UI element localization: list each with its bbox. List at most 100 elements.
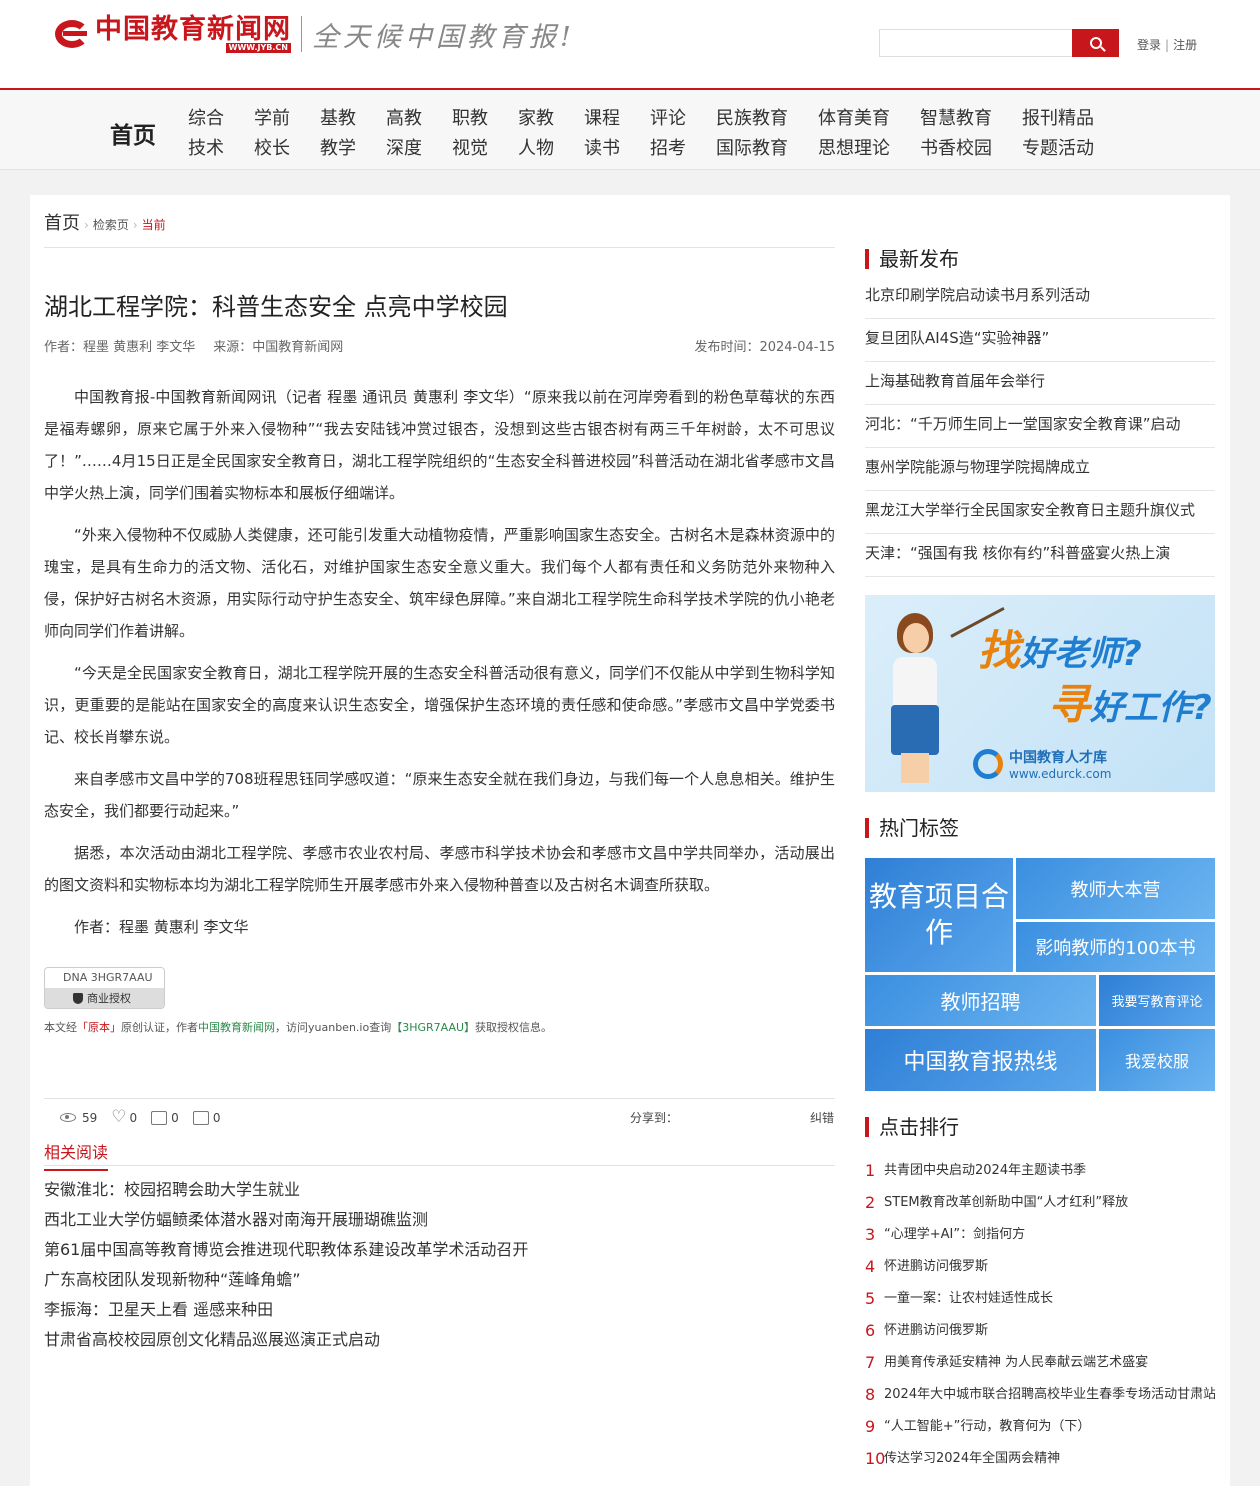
rank-item[interactable]: 2 STEM教育改革创新助中国“人才红利”释放 [865, 1187, 1215, 1219]
nav-item[interactable]: 深度 [386, 134, 452, 160]
nav-item[interactable]: 招考 [650, 134, 716, 160]
nav-item[interactable]: 技术 [188, 134, 254, 160]
divider [44, 1165, 835, 1166]
rank-item[interactable]: 4 怀进鹏访问俄罗斯 [865, 1251, 1215, 1283]
latest-item[interactable]: 黑龙江大学举行全民国家安全教育日主题升旗仪式 [865, 501, 1195, 519]
article-paragraph: “外来入侵物种不仅威胁人类健康，还可能引发重大动植物疫情，严重影响国家生态安全。… [44, 526, 835, 640]
rank-item[interactable]: 9 “人工智能+”行动，教育何为（下） [865, 1411, 1215, 1443]
rank-item[interactable]: 1 共青团中央启动2024年主题读书季 [865, 1155, 1215, 1187]
yuanben-link[interactable]: 「原本」 [77, 1021, 121, 1034]
related-item[interactable]: 李振海：卫星天上看 遥感来种田 [44, 1300, 273, 1319]
like-button[interactable]: ♡ 0 [111, 1109, 137, 1126]
rank-item[interactable]: 8 2024年大中城市联合招聘高校毕业生春季专场活动甘肃站启动 [865, 1379, 1215, 1411]
main-nav: 首页 综合 学前 基教 高教 职教 家教 课程 评论 民族教育 体育美育 智慧教育 报刊精品 技术 校长… [0, 88, 1260, 170]
copyright-text: 获取授权信息。 [475, 1021, 553, 1034]
tag-school-uniform[interactable]: 我爱校服 [1099, 1029, 1215, 1091]
article-title: 湖北工程学院：科普生态安全 点亮中学校园 [44, 293, 508, 321]
search-bar [879, 29, 1119, 57]
nav-item[interactable]: 报刊精品 [1022, 104, 1122, 130]
nav-item[interactable]: 校长 [254, 134, 320, 160]
copyright-text: 本文经 [44, 1021, 77, 1034]
search-button[interactable] [1072, 29, 1119, 57]
auth-links: 登录 | 注册 [1137, 36, 1197, 53]
tag-teacher-camp[interactable]: 教师大本营 [1016, 858, 1215, 919]
search-input[interactable] [879, 29, 1072, 57]
nav-item[interactable]: 课程 [584, 104, 650, 130]
nav-home[interactable]: 首页 [110, 116, 156, 150]
main-content: 首页 › 检索页 › 当前 湖北工程学院：科普生态安全 点亮中学校园 作者：程墨… [30, 195, 1230, 1486]
tag-education-projects[interactable]: 教育项目合作 [865, 858, 1013, 972]
login-link[interactable]: 登录 [1137, 38, 1161, 52]
nav-item[interactable]: 学前 [254, 104, 320, 130]
related-item[interactable]: 安徽淮北：校园招聘会助大学生就业 [44, 1180, 300, 1199]
teacher-illustration [879, 613, 949, 783]
nav-item[interactable]: 民族教育 [716, 104, 818, 130]
nav-item[interactable]: 读书 [584, 134, 650, 160]
nav-item[interactable]: 思想理论 [818, 134, 920, 160]
rank-item[interactable]: 3 “心理学+AI”：剑指何方 [865, 1219, 1215, 1251]
publisher-link[interactable]: 中国教育新闻网 [198, 1021, 275, 1034]
breadcrumb-search-page[interactable]: 检索页 [93, 216, 129, 233]
rank-list: 1 共青团中央启动2024年主题读书季 2 STEM教育改革创新助中国“人才红利”释放… [865, 1155, 1215, 1475]
nav-item[interactable]: 国际教育 [716, 134, 818, 160]
tag-teacher-recruitment[interactable]: 教师招聘 [865, 975, 1096, 1026]
dna-code: DNA 3HGR7AAU [45, 968, 164, 988]
latest-item[interactable]: 北京印刷学院启动读书月系列活动 [865, 286, 1090, 304]
rank-item[interactable]: 10 传达学习2024年全国两会精神 [865, 1443, 1215, 1475]
latest-item[interactable]: 上海基础教育首届年会举行 [865, 372, 1045, 390]
thumbs-up-button[interactable]: 0 [151, 1110, 179, 1125]
search-icon [1089, 37, 1102, 49]
correction-link[interactable]: 纠错 [810, 1109, 834, 1126]
article-actions: 59 ♡ 0 0 0 [60, 1109, 234, 1126]
eye-icon [60, 1113, 76, 1122]
nav-item[interactable]: 人物 [518, 134, 584, 160]
rank-title: “人工智能+”行动，教育何为（下） [884, 1419, 1091, 1434]
breadcrumb-home[interactable]: 首页 [44, 209, 80, 235]
nav-item[interactable]: 体育美育 [818, 104, 920, 130]
related-heading: 相关阅读 [44, 1139, 109, 1171]
heart-icon: ♡ [111, 1107, 127, 1127]
rank-heading: 点击排行 [865, 1117, 959, 1137]
related-item[interactable]: 广东高校团队发现新物种“莲峰角蟾” [44, 1270, 301, 1289]
nav-item[interactable]: 综合 [188, 104, 254, 130]
nav-item[interactable]: 智慧教育 [920, 104, 1022, 130]
rank-item[interactable]: 6 怀进鹏访问俄罗斯 [865, 1315, 1215, 1347]
nav-item[interactable]: 专题活动 [1022, 134, 1122, 160]
ad-line-1: 找好老师? [978, 626, 1142, 675]
related-item[interactable]: 甘肃省高校校园原创文化精品巡展巡演正式启动 [44, 1330, 380, 1349]
likes-count: 0 [129, 1110, 138, 1125]
register-link[interactable]: 注册 [1173, 38, 1197, 52]
tag-write-review[interactable]: 我要写教育评论 [1099, 975, 1215, 1026]
nav-item[interactable]: 基教 [320, 104, 386, 130]
nav-item[interactable]: 书香校园 [920, 134, 1022, 160]
article-meta: 作者：程墨 黄惠利 李文华 来源：中国教育新闻网 发布时间：2024-04-15 [44, 336, 835, 355]
latest-item[interactable]: 复旦团队AI4S造“实验神器” [865, 329, 1049, 347]
nav-item[interactable]: 教学 [320, 134, 386, 160]
latest-item[interactable]: 惠州学院能源与物理学院揭牌成立 [865, 458, 1090, 476]
chevron-right-icon: › [132, 218, 138, 232]
tag-hotline[interactable]: 中国教育报热线 [865, 1029, 1096, 1091]
site-logo[interactable]: 中国教育新闻网 WWW.JYB.CN 全天候中国教育报! [55, 15, 575, 53]
rank-title: “心理学+AI”：剑指何方 [884, 1227, 1026, 1242]
rank-number: 9 [865, 1417, 876, 1436]
rank-number: 2 [865, 1193, 876, 1212]
nav-item[interactable]: 视觉 [452, 134, 518, 160]
nav-item[interactable]: 评论 [650, 104, 716, 130]
nav-item[interactable]: 高教 [386, 104, 452, 130]
ad-line-2: 寻好工作? [1048, 680, 1212, 729]
talent-ad-banner[interactable]: 找好老师? 寻好工作? 中国教育人才库 www.edurck.com [865, 595, 1215, 792]
nav-row-2: 技术 校长 教学 深度 视觉 人物 读书 招考 国际教育 思想理论 书香校园 专题活动 [188, 132, 1122, 162]
nav-item[interactable]: 职教 [452, 104, 518, 130]
rank-item[interactable]: 5 一童一案：让农村娃适性成长 [865, 1283, 1215, 1315]
tag-100-books[interactable]: 影响教师的100本书 [1016, 922, 1215, 972]
nav-item[interactable]: 家教 [518, 104, 584, 130]
share-label: 分享到： [630, 1111, 679, 1125]
latest-item[interactable]: 河北：“千万师生同上一堂国家安全教育课”启动 [865, 415, 1181, 433]
related-item[interactable]: 西北工业大学仿蝠鲼柔体潜水器对南海开展珊瑚礁监测 [44, 1210, 428, 1229]
related-item[interactable]: 第61届中国高等教育博览会推进现代职教体系建设改革学术活动召开 [44, 1240, 528, 1259]
rank-item[interactable]: 7 用美育传承延安精神 为人民奉献云端艺术盛宴 [865, 1347, 1215, 1379]
thumbs-down-button[interactable]: 0 [192, 1110, 220, 1125]
latest-item[interactable]: 天津：“强国有我 核你有约”科普盛宴火热上演 [865, 544, 1170, 562]
dna-badge[interactable]: DNA 3HGR7AAU 商业授权 [44, 967, 165, 1009]
slogan: 全天候中国教育报! [312, 21, 575, 53]
